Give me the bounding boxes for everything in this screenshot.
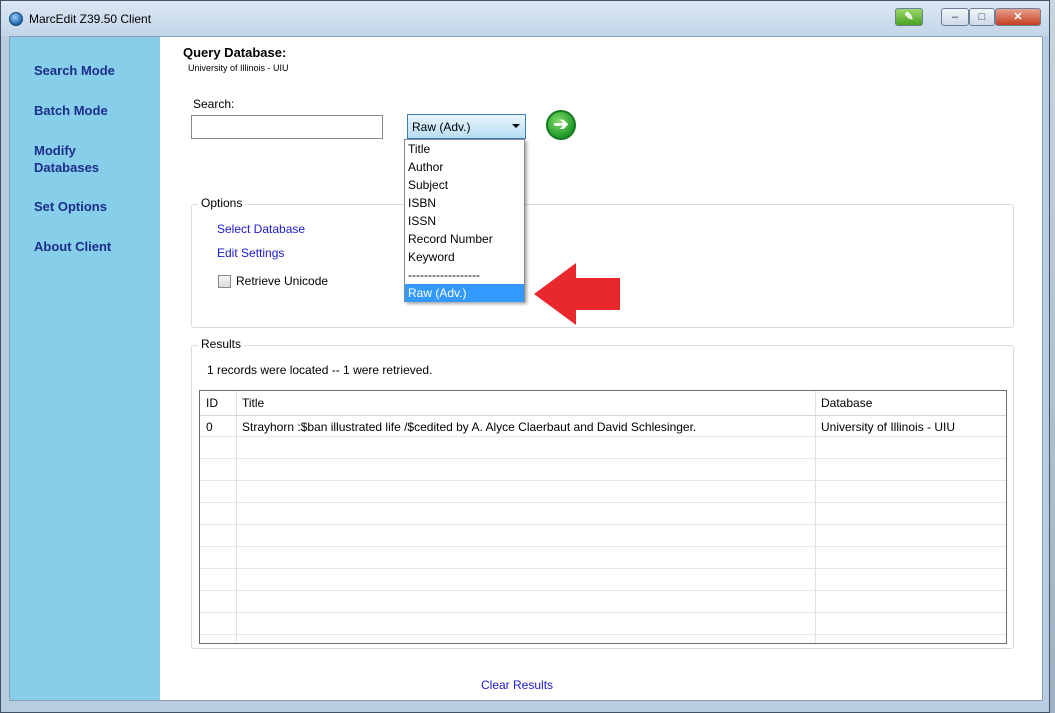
column-header-id[interactable]: ID [206, 396, 218, 410]
results-group: Results 1 records were located -- 1 were… [191, 337, 1014, 649]
maximize-button[interactable]: □ [969, 8, 995, 26]
close-button[interactable]: ✕ [995, 8, 1041, 26]
table-header: ID Title Database [200, 391, 1006, 416]
sidebar-item-about-client[interactable]: About Client [34, 238, 144, 255]
sidebar-item-modify-databases[interactable]: Modify Databases [34, 142, 144, 176]
edit-settings-link[interactable]: Edit Settings [217, 246, 284, 260]
search-type-select[interactable]: Raw (Adv.) [407, 114, 526, 139]
cell-title: Strayhorn :$ban illustrated life /$cedit… [242, 420, 697, 434]
minimize-button[interactable]: – [941, 8, 969, 26]
retrieve-unicode-label: Retrieve Unicode [236, 274, 329, 288]
cell-id: 0 [206, 420, 213, 434]
results-status: 1 records were located -- 1 were retriev… [207, 363, 433, 377]
dropdown-option-isbn[interactable]: ISBN [405, 194, 524, 212]
empty-row [200, 613, 1006, 635]
empty-row [200, 481, 1006, 503]
window-title: MarcEdit Z39.50 Client [29, 12, 152, 26]
database-name: University of Illinois - UIU [188, 63, 289, 73]
dropdown-option-keyword[interactable]: Keyword [405, 248, 524, 266]
app-window: MarcEdit Z39.50 Client ✎ – □ ✕ Search Mo… [0, 0, 1050, 713]
empty-row [200, 591, 1006, 613]
dropdown-option-title[interactable]: Title [405, 140, 524, 158]
column-header-title[interactable]: Title [242, 396, 264, 410]
dropdown-separator: ------------------ [408, 268, 480, 282]
red-arrow-annotation [534, 263, 620, 325]
column-header-database[interactable]: Database [821, 396, 872, 410]
page-title: Query Database: [183, 45, 287, 60]
title-bar[interactable]: MarcEdit Z39.50 Client ✎ – □ ✕ [1, 1, 1049, 36]
empty-row [200, 437, 1006, 459]
results-legend: Results [198, 337, 245, 351]
search-input[interactable] [191, 115, 383, 139]
cell-database: University of Illinois - UIU [821, 420, 956, 434]
edit-icon[interactable]: ✎ [895, 8, 923, 26]
arrow-right-circle-icon: ➔ [553, 114, 569, 134]
sidebar-item-batch-mode[interactable]: Batch Mode [34, 102, 144, 119]
globe-icon [9, 12, 23, 26]
empty-row [200, 569, 1006, 591]
sidebar-item-search-mode[interactable]: Search Mode [34, 62, 144, 79]
dropdown-option-author[interactable]: Author [405, 158, 524, 176]
dropdown-option-raw-adv[interactable]: Raw (Adv.) [405, 284, 524, 302]
empty-row [200, 503, 1006, 525]
retrieve-unicode-checkbox[interactable] [218, 275, 231, 288]
chevron-down-icon [512, 124, 520, 128]
clear-results-link[interactable]: Clear Results [481, 678, 553, 692]
empty-row [200, 525, 1006, 547]
options-legend: Options [198, 196, 246, 210]
search-type-dropdown[interactable]: Title Author Subject ISBN ISSN Record Nu… [404, 139, 525, 302]
dropdown-option-issn[interactable]: ISSN [405, 212, 524, 230]
dropdown-option-subject[interactable]: Subject [405, 176, 524, 194]
main-panel: Query Database: University of Illinois -… [160, 37, 1042, 700]
table-row[interactable]: 0 Strayhorn :$ban illustrated life /$ced… [200, 415, 1006, 437]
client-area: Search Mode Batch Mode Modify Databases … [9, 36, 1043, 701]
search-type-value: Raw (Adv.) [412, 120, 471, 134]
results-table[interactable]: ID Title Database 0 Strayhorn :$ban illu… [199, 390, 1007, 644]
sidebar: Search Mode Batch Mode Modify Databases … [10, 37, 160, 700]
dropdown-option-record-number[interactable]: Record Number [405, 230, 524, 248]
search-go-button[interactable]: ➔ [546, 110, 576, 140]
sidebar-item-set-options[interactable]: Set Options [34, 198, 144, 215]
empty-row [200, 459, 1006, 481]
empty-row [200, 547, 1006, 569]
search-label: Search: [193, 97, 235, 111]
select-database-link[interactable]: Select Database [217, 222, 305, 236]
